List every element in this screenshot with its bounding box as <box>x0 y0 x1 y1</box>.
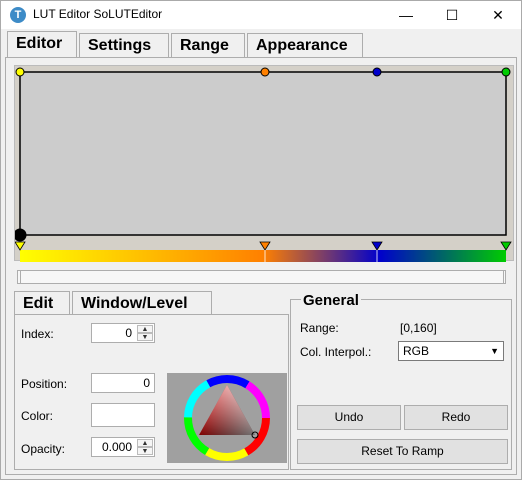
opacity-value: 0.000 <box>101 440 132 454</box>
control-point-handle[interactable] <box>501 67 511 77</box>
interp-select[interactable]: RGB ▼ <box>398 341 504 361</box>
range-value: [0,160] <box>400 321 437 335</box>
position-label: Position: <box>21 377 68 391</box>
chevron-down-icon: ▼ <box>490 346 499 356</box>
selected-control-point[interactable] <box>15 228 27 242</box>
gradient-marker[interactable] <box>259 241 271 251</box>
slider-handle[interactable] <box>20 271 21 283</box>
general-title: General <box>301 292 361 309</box>
close-button[interactable]: ✕ <box>475 1 521 29</box>
index-label: Index: <box>21 327 54 341</box>
gradient-marker[interactable] <box>15 241 26 251</box>
control-point-handle[interactable] <box>260 67 270 77</box>
tab-settings[interactable]: Settings <box>79 33 169 57</box>
maximize-button[interactable]: ☐ <box>429 1 475 29</box>
spin-down-icon[interactable]: ▼ <box>137 333 153 341</box>
spin-up-icon[interactable]: ▲ <box>137 439 153 447</box>
app-logo-icon: T <box>10 7 26 23</box>
color-gradient-bar <box>20 250 506 262</box>
spin-down-icon[interactable]: ▼ <box>137 447 153 455</box>
tab-range[interactable]: Range <box>171 33 245 57</box>
color-label: Color: <box>21 409 54 423</box>
tab-appearance[interactable]: Appearance <box>247 33 363 57</box>
control-point-handle[interactable] <box>372 67 382 77</box>
spin-buttons: ▲ ▼ <box>137 325 153 341</box>
value-overlay <box>199 385 255 435</box>
opacity-spinbox[interactable]: 0.000 ▲ ▼ <box>91 437 155 457</box>
undo-button[interactable]: Undo <box>297 405 401 430</box>
range-label: Range: <box>300 321 339 335</box>
lut-editor-window: T LUT Editor SoLUTEditor — ☐ ✕ Editor Se… <box>0 0 522 480</box>
index-value: 0 <box>125 326 132 340</box>
color-wheel-svg[interactable] <box>167 373 287 463</box>
color-swatch[interactable] <box>91 403 155 427</box>
gradient-marker[interactable] <box>371 241 383 251</box>
lut-curve-svg[interactable] <box>15 66 515 262</box>
redo-button[interactable]: Redo <box>404 405 508 430</box>
gradient-marker[interactable] <box>500 241 512 251</box>
tab-edit[interactable]: Edit <box>14 291 70 315</box>
position-field[interactable]: 0 <box>91 373 155 393</box>
slider-end-tick <box>503 271 504 283</box>
interp-label: Col. Interpol.: <box>300 345 372 359</box>
tab-editor[interactable]: Editor <box>7 31 77 58</box>
tab-window-level[interactable]: Window/Level <box>72 291 212 315</box>
spin-up-icon[interactable]: ▲ <box>137 325 153 333</box>
interp-value: RGB <box>403 344 430 358</box>
window-title: LUT Editor SoLUTEditor <box>33 7 163 21</box>
position-slider[interactable] <box>17 270 506 284</box>
minimize-button[interactable]: — <box>383 1 429 29</box>
index-spinbox[interactable]: 0 ▲ ▼ <box>91 323 155 343</box>
opacity-label: Opacity: <box>21 442 66 456</box>
reset-to-ramp-button[interactable]: Reset To Ramp <box>297 439 508 464</box>
title-bar: T LUT Editor SoLUTEditor — ☐ ✕ <box>1 1 521 29</box>
lut-curve-area[interactable] <box>14 65 515 262</box>
control-point-handle[interactable] <box>15 67 25 77</box>
edit-panel: Index: 0 ▲ ▼ Position: 0 Color: Opacity:… <box>14 314 289 470</box>
color-wheel-box[interactable] <box>167 373 287 463</box>
opacity-curve-region[interactable] <box>19 71 507 236</box>
general-group: General Range: [0,160] Col. Interpol.: R… <box>290 292 512 470</box>
editor-panel: Edit Window/Level Index: 0 ▲ ▼ Position:… <box>5 57 517 475</box>
spin-buttons: ▲ ▼ <box>137 439 153 455</box>
